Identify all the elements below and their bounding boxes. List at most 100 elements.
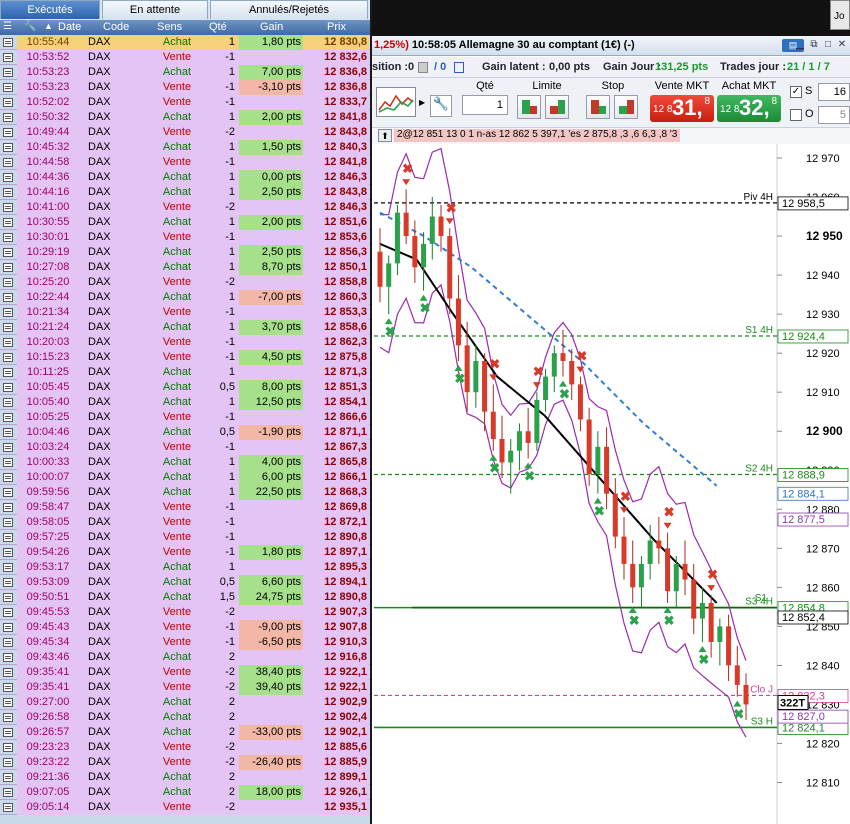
table-row[interactable]: 09:53:09 DAX Achat 0,5 6,60 pts 12 894,1: [0, 575, 370, 590]
window-titlebar[interactable]: 1,25%) 10:58:05 Allemagne 30 au comptant…: [372, 36, 850, 56]
minimize-icon[interactable]: ▁: [794, 38, 806, 52]
table-row[interactable]: 09:26:57 DAX Achat 2 -33,00 pts 12 902,1: [0, 725, 370, 740]
stop-sell-button[interactable]: [614, 95, 638, 119]
o-value-input[interactable]: 5: [818, 106, 850, 124]
table-row[interactable]: 09:05:14 DAX Vente -2 12 935,1: [0, 800, 370, 815]
table-row[interactable]: 10:55:44 DAX Achat 1 1,80 pts 12 830,8: [0, 35, 370, 50]
order-detail-icon[interactable]: [3, 743, 13, 752]
order-detail-icon[interactable]: [3, 623, 13, 632]
tab-annules-rejetes[interactable]: Annulés/Rejetés: [210, 0, 368, 19]
maximize-icon[interactable]: □: [822, 38, 834, 52]
table-row[interactable]: 10:45:32 DAX Achat 1 1,50 pts 12 840,3: [0, 140, 370, 155]
order-detail-icon[interactable]: [3, 308, 13, 317]
col-qte[interactable]: Qté: [209, 21, 227, 33]
table-row[interactable]: 10:27:08 DAX Achat 1 8,70 pts 12 850,1: [0, 260, 370, 275]
table-row[interactable]: 09:27:00 DAX Achat 2 12 902,9: [0, 695, 370, 710]
table-row[interactable]: 09:26:58 DAX Achat 2 12 902,4: [0, 710, 370, 725]
order-detail-icon[interactable]: [3, 803, 13, 812]
table-row[interactable]: 10:53:23 DAX Vente -1 -3,10 pts 12 836,8: [0, 80, 370, 95]
vente-mkt-button[interactable]: 12 8 31, 8: [650, 95, 714, 122]
table-row[interactable]: 10:44:58 DAX Vente -1 12 841,8: [0, 155, 370, 170]
order-detail-icon[interactable]: [3, 263, 13, 272]
table-row[interactable]: 10:29:19 DAX Achat 1 2,50 pts 12 856,3: [0, 245, 370, 260]
chart-dropdown-icon[interactable]: ▶: [419, 98, 425, 107]
table-row[interactable]: 09:50:51 DAX Achat 1,5 24,75 pts 12 890,8: [0, 590, 370, 605]
order-detail-icon[interactable]: [3, 503, 13, 512]
order-detail-icon[interactable]: [3, 593, 13, 602]
order-detail-icon[interactable]: [3, 638, 13, 647]
tab-executes[interactable]: Exécutés: [0, 0, 100, 19]
position-close-icon[interactable]: [418, 62, 428, 73]
order-detail-icon[interactable]: [3, 83, 13, 92]
order-detail-icon[interactable]: [3, 668, 13, 677]
table-row[interactable]: 10:05:40 DAX Achat 1 12,50 pts 12 854,1: [0, 395, 370, 410]
mini-panel[interactable]: Jo: [830, 0, 850, 30]
col-sens[interactable]: Sens: [157, 21, 182, 33]
order-detail-icon[interactable]: [3, 368, 13, 377]
order-detail-icon[interactable]: [3, 68, 13, 77]
table-row[interactable]: 09:43:46 DAX Achat 2 12 916,8: [0, 650, 370, 665]
table-row[interactable]: 10:21:34 DAX Vente -1 12 853,3: [0, 305, 370, 320]
order-detail-icon[interactable]: [3, 698, 13, 707]
order-detail-icon[interactable]: [3, 233, 13, 242]
table-row[interactable]: 10:25:20 DAX Vente -2 12 858,8: [0, 275, 370, 290]
table-row[interactable]: 10:22:44 DAX Achat 1 -7,00 pts 12 860,3: [0, 290, 370, 305]
order-detail-icon[interactable]: [3, 413, 13, 422]
table-row[interactable]: 10:05:25 DAX Vente -1 12 866,6: [0, 410, 370, 425]
table-row[interactable]: 10:50:32 DAX Achat 1 2,00 pts 12 841,8: [0, 110, 370, 125]
qte-input[interactable]: 1: [462, 95, 508, 115]
position-icon[interactable]: [454, 62, 464, 73]
col-prix[interactable]: Prix: [327, 21, 346, 33]
order-detail-icon[interactable]: [3, 53, 13, 62]
col-date[interactable]: Date: [58, 21, 81, 33]
table-row[interactable]: 09:35:41 DAX Vente -2 38,40 pts 12 922,1: [0, 665, 370, 680]
order-detail-icon[interactable]: [3, 383, 13, 392]
table-row[interactable]: 09:23:22 DAX Vente -2 -26,40 pts 12 885,9: [0, 755, 370, 770]
table-row[interactable]: 09:58:05 DAX Vente -1 12 872,1: [0, 515, 370, 530]
order-detail-icon[interactable]: [3, 548, 13, 557]
table-row[interactable]: 10:30:01 DAX Vente -1 12 853,6: [0, 230, 370, 245]
col-code[interactable]: Code: [103, 21, 129, 33]
order-detail-icon[interactable]: [3, 773, 13, 782]
order-detail-icon[interactable]: [3, 713, 13, 722]
achat-mkt-button[interactable]: 12 8 32, 8: [717, 95, 781, 122]
order-detail-icon[interactable]: [3, 38, 13, 47]
order-detail-icon[interactable]: [3, 128, 13, 137]
col-gain[interactable]: Gain: [260, 21, 283, 33]
table-row[interactable]: 10:49:44 DAX Vente -2 12 843,8: [0, 125, 370, 140]
table-row[interactable]: 10:11:25 DAX Achat 1 12 871,3: [0, 365, 370, 380]
close-icon[interactable]: ✕: [836, 38, 848, 52]
order-detail-icon[interactable]: [3, 788, 13, 797]
s-value-input[interactable]: 16: [818, 83, 850, 101]
table-row[interactable]: 10:44:16 DAX Achat 1 2,50 pts 12 843,8: [0, 185, 370, 200]
order-detail-icon[interactable]: [3, 353, 13, 362]
table-row[interactable]: 10:44:36 DAX Achat 1 0,00 pts 12 846,3: [0, 170, 370, 185]
table-row[interactable]: 10:53:23 DAX Achat 1 7,00 pts 12 836,8: [0, 65, 370, 80]
order-detail-icon[interactable]: [3, 398, 13, 407]
order-detail-icon[interactable]: [3, 533, 13, 542]
table-row[interactable]: 09:35:41 DAX Vente -2 39,40 pts 12 922,1: [0, 680, 370, 695]
order-detail-icon[interactable]: [3, 323, 13, 332]
table-row[interactable]: 09:21:36 DAX Achat 2 12 899,1: [0, 770, 370, 785]
order-detail-icon[interactable]: [3, 473, 13, 482]
table-row[interactable]: 09:57:25 DAX Vente -1 12 890,8: [0, 530, 370, 545]
o-checkbox[interactable]: [790, 109, 802, 121]
order-detail-icon[interactable]: [3, 113, 13, 122]
limite-buy-button[interactable]: [517, 95, 541, 119]
order-detail-icon[interactable]: [3, 188, 13, 197]
table-row[interactable]: 09:45:53 DAX Vente -2 12 907,3: [0, 605, 370, 620]
order-detail-icon[interactable]: [3, 278, 13, 287]
stop-buy-button[interactable]: [586, 95, 610, 119]
order-detail-icon[interactable]: [3, 443, 13, 452]
table-row[interactable]: 10:53:52 DAX Vente -1 12 832,6: [0, 50, 370, 65]
order-detail-icon[interactable]: [3, 518, 13, 527]
order-detail-icon[interactable]: [3, 293, 13, 302]
order-detail-icon[interactable]: [3, 458, 13, 467]
restore-icon[interactable]: ⧉: [808, 38, 820, 52]
wrench-icon[interactable]: 🔧: [24, 21, 36, 32]
table-row[interactable]: 10:15:23 DAX Vente -1 4,50 pts 12 875,8: [0, 350, 370, 365]
table-row[interactable]: 09:23:23 DAX Vente -2 12 885,6: [0, 740, 370, 755]
table-row[interactable]: 10:20:03 DAX Vente -1 12 862,3: [0, 335, 370, 350]
table-row[interactable]: 09:59:56 DAX Achat 1 22,50 pts 12 868,3: [0, 485, 370, 500]
order-detail-icon[interactable]: [3, 203, 13, 212]
